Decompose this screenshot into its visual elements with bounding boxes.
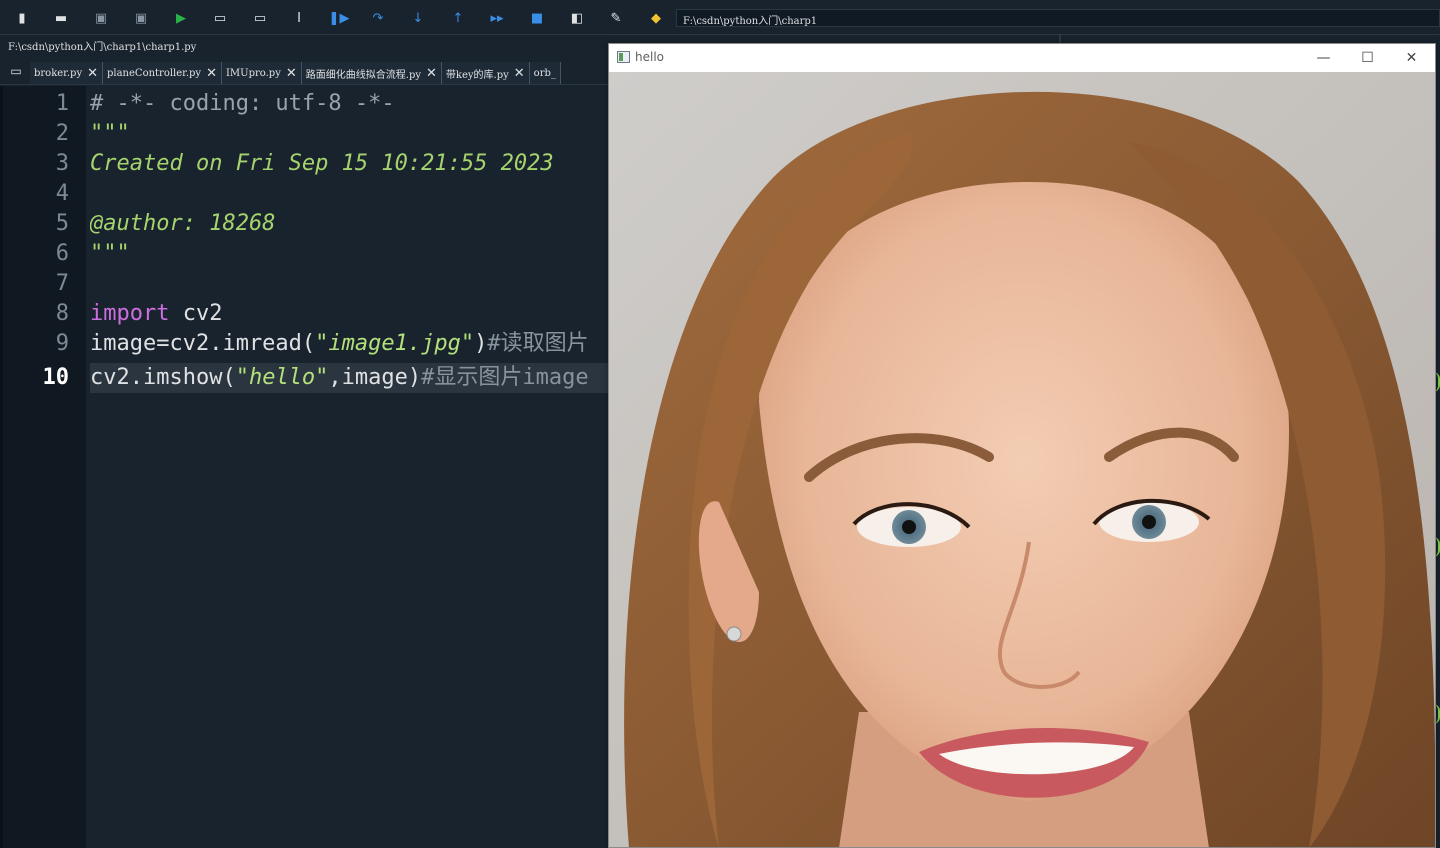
window-app-icon [617, 51, 630, 63]
code-area[interactable]: # -*- coding: utf-8 -*- """ Created on Fri… [90, 86, 610, 848]
code-token: """ [90, 241, 130, 266]
editor-tab[interactable]: planeController.py ✕ [103, 62, 222, 84]
line-number: 2 [55, 121, 69, 146]
code-token: # -*- coding: utf-8 -*- [90, 91, 395, 116]
close-icon[interactable]: ✕ [1389, 44, 1434, 72]
editor-tab-label: planeController.py [107, 67, 202, 79]
code-line[interactable]: image=cv2.imread("image1.jpg")#读取图片 [90, 329, 589, 359]
editor-tab-label: IMUpro.py [225, 67, 281, 79]
displayed-portrait-image [609, 72, 1435, 847]
stop-icon[interactable]: ■ [525, 6, 549, 30]
code-line[interactable]: Created on Fri Sep 15 10:21:55 2023 [90, 149, 554, 179]
minimize-icon[interactable]: — [1301, 44, 1346, 72]
line-number-gutter: 1 2 3 4 5 6 7 8 9 10 [0, 86, 86, 848]
line-number: 8 [55, 301, 69, 326]
editor-tab[interactable]: 路面细化曲线拟合流程.py ✕ [301, 62, 442, 84]
editor-tab[interactable]: IMUpro.py ✕ [221, 62, 302, 84]
continue-icon[interactable]: ▸▸ [485, 6, 509, 30]
line-number: 7 [55, 271, 69, 296]
code-token: "hello" [235, 365, 329, 390]
maximize-pane-icon[interactable]: ◧ [565, 6, 589, 30]
line-number: 3 [55, 151, 69, 176]
code-token: """ [90, 121, 130, 146]
editor-tab-bar: ▭ broker.py ✕ planeController.py ✕ IMUpro.py… [0, 60, 610, 85]
open-file-icon[interactable]: ▬ [49, 6, 73, 30]
editor-tab-label: 带key的库.py [445, 69, 509, 81]
code-editor[interactable]: 1 2 3 4 5 6 7 8 9 10 # -*- coding: utf-8 -*- """ Cr… [0, 86, 610, 848]
editor-tab[interactable]: broker.py ✕ [30, 62, 103, 84]
run-icon[interactable]: ▶ [169, 6, 193, 30]
code-token: #显示图片image [421, 365, 589, 390]
code-token: image=cv2.imread( [90, 331, 316, 356]
code-token: ,image) [328, 365, 422, 390]
close-tab-icon[interactable]: ✕ [514, 66, 525, 81]
editor-tab[interactable]: 带key的库.py ✕ [441, 62, 530, 84]
code-token: @author: 18268 [90, 211, 276, 236]
window-title: hello [635, 50, 664, 64]
current-code-line[interactable]: cv2.imshow("hello",image)#显示图片image [90, 363, 610, 393]
code-token: Created on Fri Sep 15 10:21:55 2023 [90, 151, 554, 176]
line-number: 9 [55, 331, 69, 356]
close-tab-icon[interactable]: ✕ [206, 66, 217, 81]
run-cell-icon[interactable]: ▭ [208, 6, 232, 30]
code-token: ) [474, 331, 488, 356]
debug-icon[interactable]: ❚▶ [327, 6, 351, 30]
code-line[interactable]: import cv2 [90, 299, 222, 329]
editor-file-path: F:\csdn\python入门\charp1\charp1.py [8, 42, 197, 53]
hello-image-window[interactable]: hello — ☐ ✕ [608, 43, 1436, 848]
run-cell-advance-icon[interactable]: ▭ [248, 6, 272, 30]
step-over-icon[interactable]: ↷ [366, 6, 390, 30]
code-token: #读取图片 [487, 331, 589, 356]
line-number: 10 [42, 365, 70, 390]
line-number: 6 [55, 241, 69, 266]
browse-tabs-icon[interactable]: ▭ [8, 63, 24, 79]
line-number: 4 [55, 181, 69, 206]
code-line[interactable]: @author: 18268 [90, 209, 275, 239]
code-line[interactable]: # -*- coding: utf-8 -*- [90, 89, 395, 119]
editor-tabs: broker.py ✕ planeController.py ✕ IMUpro.py ✕ 路… [30, 62, 561, 85]
preferences-wrench-icon[interactable]: ✎ [604, 6, 628, 30]
editor-tab-label: 路面细化曲线拟合流程.py [305, 69, 421, 81]
new-file-icon[interactable]: ▮ [10, 6, 34, 30]
step-return-icon[interactable]: ↑ [446, 6, 470, 30]
editor-tab-label: orb_ [533, 67, 556, 79]
save-icon[interactable]: ▣ [89, 6, 113, 30]
code-line[interactable]: """ [90, 239, 130, 269]
editor-tab-label: broker.py [34, 67, 83, 79]
hello-window-titlebar[interactable]: hello — ☐ ✕ [609, 44, 1435, 72]
code-token: "image1.jpg" [315, 331, 475, 356]
code-line[interactable]: """ [90, 119, 130, 149]
working-directory-field[interactable]: F:\csdn\python入门\charp1 [676, 9, 1440, 27]
portrait-illustration [609, 72, 1435, 847]
line-number: 5 [55, 211, 69, 236]
step-into-icon[interactable]: ↓ [406, 6, 430, 30]
code-token: cv2.imshow( [90, 365, 236, 390]
python-path-icon[interactable]: ◆ [644, 6, 668, 30]
code-token: cv2 [169, 301, 223, 326]
line-number: 1 [55, 91, 69, 116]
editor-tab[interactable]: orb_ [529, 62, 561, 84]
close-tab-icon[interactable]: ✕ [426, 66, 437, 81]
close-tab-icon[interactable]: ✕ [87, 66, 98, 81]
close-tab-icon[interactable]: ✕ [286, 66, 297, 81]
maximize-icon[interactable]: ☐ [1345, 44, 1390, 72]
code-token: import [90, 301, 170, 326]
save-all-icon[interactable]: ▣ [129, 6, 153, 30]
run-selection-icon[interactable]: I [287, 6, 311, 30]
